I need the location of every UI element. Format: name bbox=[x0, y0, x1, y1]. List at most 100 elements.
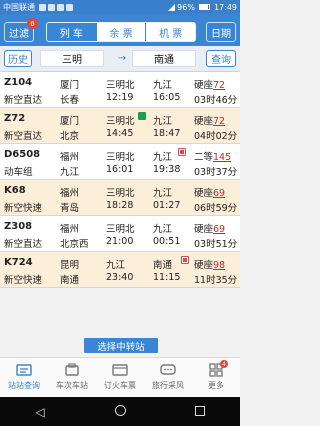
bottom-nav: 站站查询 车次车站 订火车票 旅行采风 4 更多 bbox=[0, 357, 240, 397]
notification-icon bbox=[66, 3, 73, 11]
seat-info: 硬座72 bbox=[194, 77, 225, 91]
duration: 11时35分 bbox=[194, 275, 238, 286]
seat-count[interactable]: 72 bbox=[213, 116, 225, 127]
seat-count[interactable]: 145 bbox=[213, 152, 231, 163]
nav-more[interactable]: 4 更多 bbox=[192, 358, 240, 397]
terminus: 九江 bbox=[60, 167, 80, 178]
arrive-time: 18:47 bbox=[153, 128, 181, 139]
clock: 17:49 bbox=[213, 2, 237, 12]
train-type: 新空快速 bbox=[4, 203, 43, 214]
chat-icon bbox=[160, 362, 176, 377]
train-station-icon bbox=[64, 362, 80, 377]
train-row[interactable]: K68 新空快速 福州 青岛 三明北 18:28 九江 01:27 硬座69 0… bbox=[0, 180, 240, 216]
depart-station: 三明北 bbox=[106, 116, 135, 127]
arrive-station: 九江 bbox=[153, 188, 173, 199]
seat-type: 硬座 bbox=[194, 80, 214, 91]
seat-type: 二等 bbox=[194, 152, 214, 163]
terminal-tag-icon bbox=[181, 256, 189, 264]
seat-count[interactable]: 69 bbox=[213, 188, 225, 199]
tab-train[interactable]: 列 车 bbox=[47, 23, 96, 41]
seat-count[interactable]: 72 bbox=[213, 80, 225, 91]
seat-type: 硬座 bbox=[194, 188, 214, 199]
duration: 06时59分 bbox=[194, 203, 238, 214]
origin: 昆明 bbox=[60, 260, 80, 271]
status-bar: 中国联通 96% 17:49 bbox=[0, 0, 240, 14]
terminal-tag-icon bbox=[178, 148, 186, 156]
terminus: 北京西 bbox=[60, 239, 89, 250]
depart-time: 12:19 bbox=[106, 92, 134, 103]
select-transfer-button[interactable]: 选择中转站 bbox=[84, 338, 158, 353]
origin: 福州 bbox=[60, 188, 80, 199]
terminus: 青岛 bbox=[60, 203, 80, 214]
depart-time: 18:28 bbox=[106, 200, 134, 211]
seat-info: 二等145 bbox=[194, 149, 231, 163]
system-nav-bar: ◁ bbox=[0, 397, 240, 426]
search-button[interactable]: 查询 bbox=[206, 50, 236, 67]
origin: 厦门 bbox=[60, 116, 80, 127]
depart-station: 三明北 bbox=[106, 80, 135, 91]
from-station-field[interactable]: 三明 bbox=[40, 50, 104, 67]
nav-label: 车次车站 bbox=[56, 381, 88, 390]
tab-tickets[interactable]: 余 票 bbox=[95, 23, 146, 41]
train-number: D6508 bbox=[4, 149, 41, 160]
duration: 03时46分 bbox=[194, 95, 238, 106]
arrive-time: 11:15 bbox=[153, 272, 181, 283]
depart-station: 三明北 bbox=[106, 152, 135, 163]
seat-info: 硬座98 bbox=[194, 257, 225, 271]
seat-count[interactable]: 98 bbox=[213, 260, 225, 271]
train-row[interactable]: D6508 动车组 福州 九江 三明北 16:01 九江 19:38 二等145… bbox=[0, 144, 240, 180]
recents-icon[interactable] bbox=[190, 405, 210, 419]
nav-train-station[interactable]: 车次车站 bbox=[48, 358, 96, 397]
nav-book-ticket[interactable]: 订火车票 bbox=[96, 358, 144, 397]
tab-flights[interactable]: 机 票 bbox=[145, 23, 195, 41]
nav-label: 订火车票 bbox=[104, 381, 136, 390]
train-type: 新空直达 bbox=[4, 239, 43, 250]
train-type: 动车组 bbox=[4, 167, 33, 178]
arrive-time: 00:51 bbox=[153, 236, 181, 247]
duration: 04时02分 bbox=[194, 131, 238, 142]
terminus: 南通 bbox=[60, 275, 80, 286]
train-row[interactable]: Z104 新空直达 厦门 长春 三明北 12:19 九江 16:05 硬座72 … bbox=[0, 72, 240, 108]
arrive-time: 19:38 bbox=[153, 164, 181, 175]
to-station-field[interactable]: 南通 bbox=[132, 50, 196, 67]
signal-icon bbox=[168, 3, 176, 11]
train-row[interactable]: K724 新空快速 昆明 南通 九江 23:40 南通 11:15 硬座98 1… bbox=[0, 252, 240, 288]
origin: 厦门 bbox=[60, 80, 80, 91]
arrive-station: 九江 bbox=[153, 224, 173, 235]
mode-tabs: 列 车 余 票 机 票 bbox=[46, 22, 196, 42]
depart-time: 23:40 bbox=[106, 272, 134, 283]
nav-label: 旅行采风 bbox=[152, 381, 184, 390]
seat-type: 硬座 bbox=[194, 224, 214, 235]
seat-type: 硬座 bbox=[194, 116, 214, 127]
duration: 03时51分 bbox=[194, 239, 238, 250]
depart-time: 21:00 bbox=[106, 236, 134, 247]
depart-time: 16:01 bbox=[106, 164, 134, 175]
history-button[interactable]: 历史 bbox=[4, 50, 32, 67]
seat-count[interactable]: 69 bbox=[213, 224, 225, 235]
train-list: Z104 新空直达 厦门 长春 三明北 12:19 九江 16:05 硬座72 … bbox=[0, 72, 240, 288]
seat-info: 硬座72 bbox=[194, 113, 225, 127]
arrive-time: 01:27 bbox=[153, 200, 181, 211]
filter-badge: 6 bbox=[27, 18, 38, 29]
train-number: Z308 bbox=[4, 221, 33, 232]
back-icon[interactable]: ◁ bbox=[30, 405, 50, 419]
arrive-station: 南通 bbox=[153, 260, 173, 271]
nav-label: 站站查询 bbox=[8, 381, 40, 390]
nav-station-query[interactable]: 站站查询 bbox=[0, 358, 48, 397]
nav-travel[interactable]: 旅行采风 bbox=[144, 358, 192, 397]
swap-arrow-icon[interactable]: → bbox=[116, 50, 128, 67]
train-number: K68 bbox=[4, 185, 26, 196]
battery-percent: 96% bbox=[177, 2, 195, 12]
train-row[interactable]: Z308 新空直达 福州 北京西 三明北 21:00 九江 00:51 硬座69… bbox=[0, 216, 240, 252]
date-button[interactable]: 日期 bbox=[206, 22, 236, 42]
depart-time: 14:45 bbox=[106, 128, 134, 139]
home-icon[interactable] bbox=[110, 404, 130, 419]
train-row[interactable]: Z72 新空直达 厦门 北京 三明北 14:45 九江 18:47 硬座72 0… bbox=[0, 108, 240, 144]
search-station-icon bbox=[16, 362, 32, 377]
notification-icon bbox=[57, 3, 64, 11]
filter-button[interactable]: 过滤 6 bbox=[4, 18, 38, 42]
filter-label: 过滤 bbox=[9, 28, 29, 40]
origin: 福州 bbox=[60, 224, 80, 235]
depart-station: 九江 bbox=[106, 260, 126, 271]
train-type: 新空直达 bbox=[4, 95, 43, 106]
